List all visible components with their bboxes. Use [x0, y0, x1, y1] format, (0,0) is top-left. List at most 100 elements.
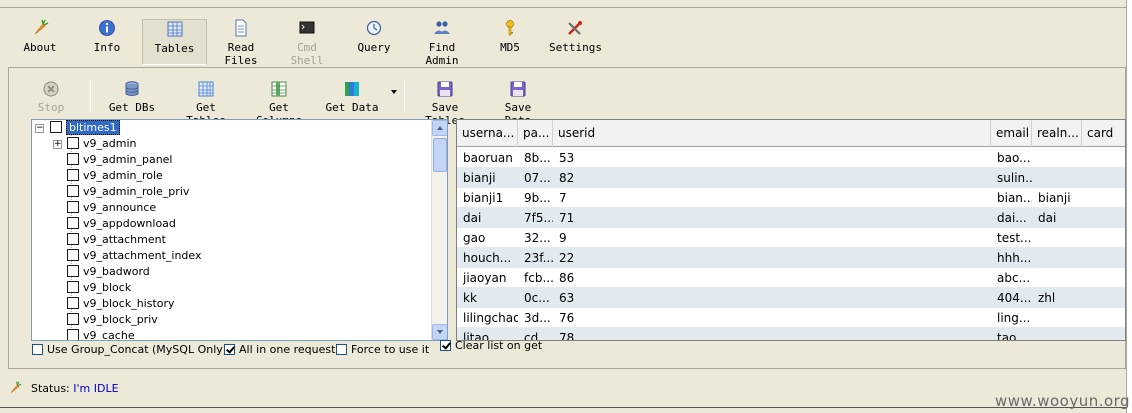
cmd-shell-button[interactable]: Cmd Shell [278, 19, 336, 67]
cell-password: 7f5... [524, 211, 553, 225]
column-header-realname[interactable]: realn... [1032, 120, 1082, 147]
checkbox[interactable] [67, 201, 79, 213]
table-row[interactable]: dai 7f5... 71 dai... dai [457, 208, 1125, 228]
checkbox[interactable] [67, 329, 79, 340]
get-data-dropdown-arrow[interactable] [391, 90, 397, 94]
checkbox[interactable] [67, 153, 79, 165]
scroll-down-button[interactable] [432, 324, 447, 340]
all-in-one-checkbox[interactable] [224, 344, 235, 355]
about-button[interactable]: About [20, 19, 60, 65]
table-row[interactable]: baoruan 8b... 53 bao... [457, 148, 1125, 168]
tree-item[interactable]: v9_announce [67, 200, 156, 216]
tree-item[interactable]: v9_attachment [67, 232, 166, 248]
tables-button[interactable]: Tables [142, 19, 207, 65]
data-icon [345, 82, 359, 96]
checkbox[interactable] [67, 281, 79, 293]
collapse-icon[interactable]: − [35, 124, 44, 133]
table-row[interactable]: jiaoyan fcb... 86 abc... [457, 268, 1125, 288]
column-header-password[interactable]: pa... [518, 120, 553, 147]
info-button[interactable]: Info [87, 19, 127, 65]
table-row[interactable]: litao cd... 78 tao... [457, 328, 1125, 340]
all-in-one-option[interactable]: All in one request. [224, 343, 339, 356]
cell-username: lilingchao [463, 311, 518, 325]
tree-item[interactable]: v9_admin_role_priv [67, 184, 189, 200]
table-row[interactable]: gao 32... 9 test... [457, 228, 1125, 248]
md5-button[interactable]: MD5 [496, 19, 524, 65]
tree-item[interactable]: v9_admin_panel [67, 152, 173, 168]
column-header-userid[interactable]: userid [553, 120, 991, 147]
scroll-up-button[interactable] [432, 120, 447, 136]
clear-list-label: Clear list on get [455, 339, 543, 352]
settings-button[interactable]: Settings [549, 19, 602, 65]
query-label: Query [357, 41, 391, 54]
query-button[interactable]: Query [354, 19, 394, 65]
stop-button[interactable]: Stop [37, 80, 65, 116]
tree-item[interactable]: v9_block [67, 280, 131, 296]
checkbox[interactable] [50, 121, 62, 133]
read-files-button[interactable]: Read Files [209, 19, 273, 67]
clear-list-option[interactable]: Clear list on get [440, 339, 542, 352]
get-data-button[interactable]: Get Data [325, 80, 379, 116]
tree-item[interactable]: v9_block_priv [67, 312, 158, 328]
document-icon [235, 19, 247, 37]
cell-realname [1032, 268, 1082, 288]
checkbox[interactable] [67, 265, 79, 277]
tables-label: Tables [154, 42, 195, 55]
table-row[interactable]: bianji1 9b... 7 bian... bianji [457, 188, 1125, 208]
tree-item[interactable]: v9_admin_role [67, 168, 163, 184]
cell-password: 23f... [524, 251, 553, 265]
get-columns-button[interactable]: Get Columns [244, 80, 314, 127]
cell-userid: 7 [559, 191, 567, 205]
tree-item-label: v9_block_history [83, 297, 175, 310]
checkbox[interactable] [67, 185, 79, 197]
cell-email: bian... [997, 191, 1032, 205]
tree-item[interactable]: v9_badword [67, 264, 150, 280]
checkbox[interactable] [67, 249, 79, 261]
tree-item[interactable]: v9_block_history [67, 296, 175, 312]
save-data-button[interactable]: Save Data [489, 80, 547, 127]
cell-realname [1032, 328, 1082, 340]
checkbox[interactable] [67, 297, 79, 309]
force-checkbox[interactable] [336, 344, 347, 355]
get-tables-button[interactable]: Get Tables [174, 80, 238, 127]
expand-icon[interactable]: + [53, 140, 62, 149]
tree-root[interactable]: bltimes1 [50, 120, 120, 136]
data-grid[interactable]: userna... pa... userid email realn... ca… [456, 119, 1126, 341]
column-header-card[interactable]: card [1082, 120, 1125, 147]
clear-list-checkbox[interactable] [440, 340, 451, 351]
get-dbs-button[interactable]: Get DBs [107, 80, 157, 116]
window-right-edge [1126, 0, 1132, 413]
group-concat-label: Use Group_Concat (MySQL Only) [47, 343, 228, 356]
tree-item[interactable]: v9_attachment_index [67, 248, 202, 264]
checkbox[interactable] [67, 233, 79, 245]
cell-email: ling... [997, 311, 1031, 325]
toolbar-separator [404, 80, 405, 112]
column-header-email[interactable]: email [991, 120, 1032, 147]
tools-icon [568, 21, 582, 35]
save-tables-button[interactable]: Save Tables [411, 80, 479, 127]
tree-item[interactable]: v9_appdownload [67, 216, 176, 232]
cell-realname: zhl [1038, 291, 1056, 305]
checkbox[interactable] [67, 313, 79, 325]
table-row[interactable]: bianji 07... 82 sulin... [457, 168, 1125, 188]
checkbox[interactable] [67, 137, 79, 149]
tree-scrollbar[interactable] [431, 120, 447, 340]
table-row[interactable]: houch... 23f... 22 hhh... [457, 248, 1125, 268]
column-header-username[interactable]: userna... [457, 120, 518, 147]
tree-item[interactable]: v9_cache [67, 328, 135, 340]
checkbox[interactable] [67, 169, 79, 181]
table-row[interactable]: kk 0c... 63 404... zhl [457, 288, 1125, 308]
stop-icon [43, 81, 59, 97]
settings-label: Settings [549, 41, 602, 54]
force-option[interactable]: Force to use it [336, 343, 429, 356]
group-concat-checkbox[interactable] [32, 344, 43, 355]
checkbox[interactable] [67, 217, 79, 229]
info-label: Info [93, 41, 121, 54]
database-tree[interactable]: − bltimes1 + v9_admin v9_admin_panel v9_… [31, 119, 448, 341]
cell-realname: bianji [1038, 191, 1071, 205]
table-row[interactable]: lilingchao 3d... 76 ling... [457, 308, 1125, 328]
find-admin-button[interactable]: Find Admin [409, 19, 475, 67]
tree-item[interactable]: v9_admin [67, 136, 136, 152]
group-concat-option[interactable]: Use Group_Concat (MySQL Only) [32, 343, 227, 356]
scroll-thumb[interactable] [433, 138, 447, 172]
